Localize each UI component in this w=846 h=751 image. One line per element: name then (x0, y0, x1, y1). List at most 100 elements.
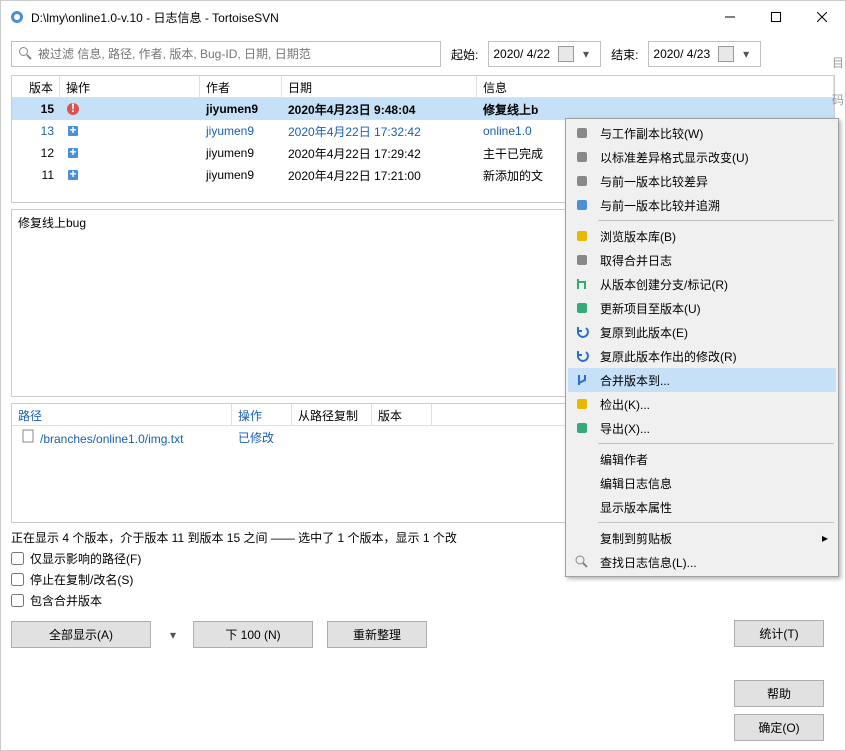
menu-item-label: 复原到此版本(E) (600, 324, 828, 341)
action-icon: + (66, 124, 80, 138)
date-to-picker[interactable]: 2020/ 4/23 ▾ (648, 41, 761, 67)
menu-item[interactable]: 以标准差异格式显示改变(U) (568, 145, 836, 169)
cell-author: jiyumen9 (200, 122, 282, 140)
menu-separator (598, 522, 834, 523)
search-icon (572, 552, 592, 572)
bottom-buttons: 全部显示(A) ▾ 下 100 (N) 重新整理 确定(O) (1, 611, 845, 658)
log-icon (572, 250, 592, 270)
context-menu: 与工作副本比较(W) 以标准差异格式显示改变(U) 与前一版本比较差异与前一版本比较… (565, 118, 839, 577)
col-copyfrom[interactable]: 从路径复制 (292, 404, 372, 425)
cell-copyfrom (292, 435, 372, 439)
menu-item[interactable]: 取得合并日志 (568, 248, 836, 272)
menu-item[interactable]: 查找日志信息(L)... (568, 550, 836, 574)
cell-date: 2020年4月22日 17:21:00 (282, 165, 477, 186)
cell-message: 修复线上b (477, 99, 834, 120)
menu-item[interactable]: 复制到剪贴板▸ (568, 526, 836, 550)
cell-path-action: 已修改 (232, 427, 292, 448)
menu-item-label: 查找日志信息(L)... (600, 554, 828, 571)
menu-item-label: 更新项目至版本(U) (600, 300, 828, 317)
blank-icon (572, 473, 592, 493)
file-icon (22, 429, 36, 443)
check-affected-paths[interactable] (11, 552, 24, 565)
col-path-action[interactable]: 操作 (232, 404, 292, 425)
ok-button[interactable]: 确定(O) (734, 714, 824, 741)
filter-input[interactable] (38, 47, 434, 61)
log-row[interactable]: 15!jiyumen92020年4月23日 9:48:04修复线上b (12, 98, 834, 120)
col-path[interactable]: 路径 (12, 404, 232, 425)
svg-text:+: + (69, 146, 76, 159)
show-all-button[interactable]: 全部显示(A) (11, 621, 151, 648)
chevron-down-icon: ▾ (740, 48, 752, 60)
blank-icon (572, 449, 592, 469)
cell-revision: 11 (12, 166, 60, 184)
col-revision[interactable]: 版本 (12, 76, 60, 97)
check-stop-on-copy[interactable] (11, 573, 24, 586)
calendar-icon (558, 46, 574, 62)
maximize-button[interactable] (753, 1, 799, 33)
date-to-label: 结束: (611, 46, 638, 63)
cell-author: jiyumen9 (200, 144, 282, 162)
col-date[interactable]: 日期 (282, 76, 477, 97)
date-from-value: 2020/ 4/22 (493, 47, 550, 61)
cell-action: + (60, 144, 200, 163)
menu-item-label: 取得合并日志 (600, 252, 828, 269)
diff-icon (572, 147, 592, 167)
revert-icon (572, 322, 592, 342)
menu-item[interactable]: 与前一版本比较差异 (568, 169, 836, 193)
menu-separator (598, 220, 834, 221)
check-stop-on-copy-label: 停止在复制/改名(S) (30, 571, 133, 588)
cell-revision: 13 (12, 122, 60, 140)
refresh-button[interactable]: 重新整理 (327, 621, 427, 648)
next-100-button[interactable]: 下 100 (N) (193, 621, 313, 648)
check-include-merged-label: 包含合并版本 (30, 592, 102, 609)
cell-date: 2020年4月22日 17:32:42 (282, 121, 477, 142)
submenu-arrow-icon: ▸ (822, 531, 828, 545)
menu-item[interactable]: 与工作副本比较(W) (568, 121, 836, 145)
menu-item[interactable]: 复原到此版本(E) (568, 320, 836, 344)
menu-separator (598, 443, 834, 444)
close-button[interactable] (799, 1, 845, 33)
menu-item[interactable]: 浏览版本库(B) (568, 224, 836, 248)
cell-revision: 12 (12, 144, 60, 162)
export-icon (572, 418, 592, 438)
help-button[interactable]: 帮助 (734, 680, 824, 707)
chevron-down-icon[interactable]: ▾ (167, 629, 179, 641)
menu-item[interactable]: 显示版本属性 (568, 495, 836, 519)
col-action[interactable]: 操作 (60, 76, 200, 97)
date-from-label: 起始: (451, 46, 478, 63)
compare-icon (572, 123, 592, 143)
col-path-rev[interactable]: 版本 (372, 404, 432, 425)
svg-text:+: + (69, 124, 76, 137)
cell-action: + (60, 166, 200, 185)
menu-item[interactable]: 导出(X)... (568, 416, 836, 440)
minimize-button[interactable] (707, 1, 753, 33)
statistics-button[interactable]: 统计(T) (734, 620, 824, 647)
menu-item[interactable]: 更新项目至版本(U) (568, 296, 836, 320)
filter-input-box[interactable] (11, 41, 441, 67)
action-icon: + (66, 168, 80, 182)
menu-item-label: 以标准差异格式显示改变(U) (600, 149, 828, 166)
menu-item-label: 与前一版本比较并追溯 (600, 197, 828, 214)
action-icon: + (66, 146, 80, 160)
menu-item[interactable]: 与前一版本比较并追溯 (568, 193, 836, 217)
window-controls (707, 1, 845, 33)
menu-item[interactable]: 从版本创建分支/标记(R) (568, 272, 836, 296)
check-affected-paths-label: 仅显示影响的路径(F) (30, 550, 141, 567)
cell-path-rev (372, 435, 432, 439)
check-include-merged[interactable] (11, 594, 24, 607)
date-from-picker[interactable]: 2020/ 4/22 ▾ (488, 41, 601, 67)
menu-item[interactable]: 合并版本到... (568, 368, 836, 392)
menu-item[interactable]: 编辑作者 (568, 447, 836, 471)
menu-item[interactable]: 检出(K)... (568, 392, 836, 416)
col-message[interactable]: 信息 (477, 76, 834, 97)
col-author[interactable]: 作者 (200, 76, 282, 97)
menu-item-label: 复原此版本作出的修改(R) (600, 348, 828, 365)
menu-item-label: 复制到剪贴板 (600, 530, 822, 547)
action-icon: ! (66, 102, 80, 116)
cell-action: ! (60, 100, 200, 119)
menu-item[interactable]: 复原此版本作出的修改(R) (568, 344, 836, 368)
cell-author: jiyumen9 (200, 100, 282, 118)
menu-item[interactable]: 编辑日志信息 (568, 471, 836, 495)
compare-icon (572, 171, 592, 191)
menu-item-label: 导出(X)... (600, 420, 828, 437)
